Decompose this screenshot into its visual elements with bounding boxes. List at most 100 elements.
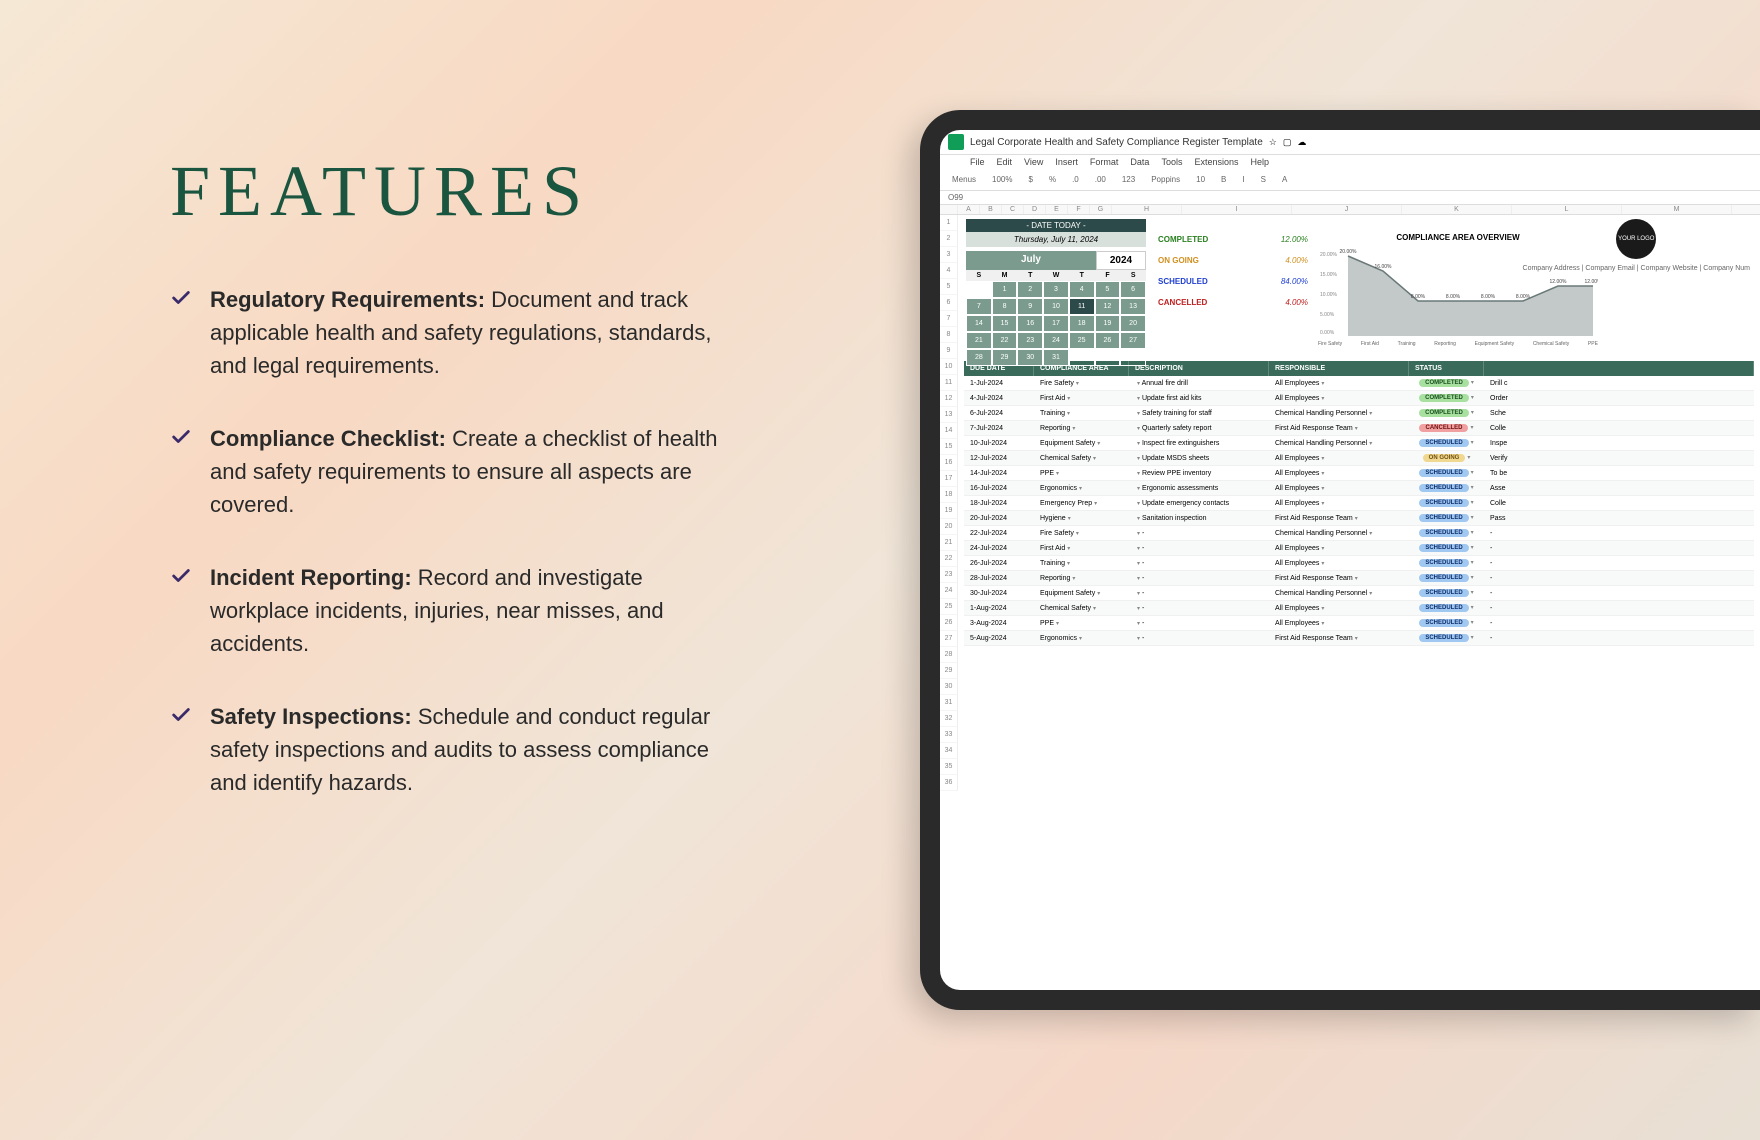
calendar-cell[interactable]: 29 (992, 349, 1018, 366)
table-row[interactable]: 16-Jul-2024Ergonomics▾▾ Ergonomic assess… (964, 481, 1754, 496)
calendar-cell[interactable] (1095, 349, 1121, 366)
calendar-cell[interactable]: 12 (1095, 298, 1121, 315)
table-row[interactable]: 1-Jul-2024Fire Safety▾▾ Annual fire dril… (964, 376, 1754, 391)
column-header[interactable]: F (1068, 205, 1090, 214)
row-number[interactable]: 4 (940, 263, 958, 279)
row-number[interactable]: 34 (940, 743, 958, 759)
table-row[interactable]: 7-Jul-2024Reporting▾▾ Quarterly safety r… (964, 421, 1754, 436)
column-header[interactable]: C (1002, 205, 1024, 214)
row-number[interactable]: 7 (940, 311, 958, 327)
calendar-cell[interactable]: 7 (966, 298, 992, 315)
calendar-cell[interactable]: 5 (1095, 281, 1121, 298)
row-number[interactable]: 25 (940, 599, 958, 615)
column-header[interactable]: D (1024, 205, 1046, 214)
calendar-cell[interactable] (1069, 349, 1095, 366)
toolbar-button[interactable]: B (1217, 173, 1230, 186)
column-header[interactable]: L (1512, 205, 1622, 214)
menu-item[interactable]: View (1024, 157, 1043, 167)
calendar-cell[interactable]: 4 (1069, 281, 1095, 298)
column-header[interactable]: A (958, 205, 980, 214)
row-number[interactable]: 35 (940, 759, 958, 775)
calendar-cell[interactable]: 16 (1017, 315, 1043, 332)
row-number[interactable]: 10 (940, 359, 958, 375)
toolbar-button[interactable]: Poppins (1147, 173, 1184, 186)
calendar-cell[interactable]: 30 (1017, 349, 1043, 366)
menu-item[interactable]: Insert (1055, 157, 1078, 167)
calendar-cell[interactable] (966, 281, 992, 298)
column-header[interactable]: E (1046, 205, 1068, 214)
calendar-cell[interactable]: 3 (1043, 281, 1069, 298)
menu-item[interactable]: File (970, 157, 985, 167)
column-header[interactable]: G (1090, 205, 1112, 214)
toolbar-button[interactable]: 10 (1192, 173, 1209, 186)
menu-item[interactable]: Extensions (1194, 157, 1238, 167)
table-column-header[interactable]: STATUS (1409, 361, 1484, 376)
table-row[interactable]: 1-Aug-2024Chemical Safety▾▾ -All Employe… (964, 601, 1754, 616)
cell-reference[interactable]: O99 (940, 191, 1760, 205)
table-row[interactable]: 10-Jul-2024Equipment Safety▾▾ Inspect fi… (964, 436, 1754, 451)
row-number[interactable]: 15 (940, 439, 958, 455)
row-number[interactable]: 13 (940, 407, 958, 423)
calendar-cell[interactable]: 14 (966, 315, 992, 332)
table-row[interactable]: 22-Jul-2024Fire Safety▾▾ -Chemical Handl… (964, 526, 1754, 541)
menu-item[interactable]: Format (1090, 157, 1119, 167)
toolbar-button[interactable]: % (1045, 173, 1060, 186)
table-row[interactable]: 12-Jul-2024Chemical Safety▾▾ Update MSDS… (964, 451, 1754, 466)
toolbar-button[interactable]: I (1238, 173, 1248, 186)
toolbar-button[interactable]: .00 (1091, 173, 1110, 186)
toolbar-button[interactable]: .0 (1068, 173, 1083, 186)
calendar-cell[interactable]: 13 (1120, 298, 1146, 315)
row-number[interactable]: 8 (940, 327, 958, 343)
row-number[interactable]: 20 (940, 519, 958, 535)
table-row[interactable]: 28-Jul-2024Reporting▾▾ -First Aid Respon… (964, 571, 1754, 586)
table-row[interactable]: 18-Jul-2024Emergency Prep▾▾ Update emerg… (964, 496, 1754, 511)
table-row[interactable]: 6-Jul-2024Training▾▾ Safety training for… (964, 406, 1754, 421)
row-number[interactable]: 16 (940, 455, 958, 471)
row-number[interactable]: 6 (940, 295, 958, 311)
menu-item[interactable]: Edit (997, 157, 1013, 167)
toolbar-button[interactable]: S (1257, 173, 1270, 186)
row-number[interactable]: 30 (940, 679, 958, 695)
calendar-cell[interactable]: 10 (1043, 298, 1069, 315)
toolbar-button[interactable]: Menus (948, 173, 980, 186)
calendar-cell[interactable]: 20 (1120, 315, 1146, 332)
cloud-icon[interactable]: ☁ (1297, 137, 1306, 148)
calendar-cell[interactable]: 27 (1120, 332, 1146, 349)
row-number[interactable]: 9 (940, 343, 958, 359)
row-number[interactable]: 36 (940, 775, 958, 791)
table-column-header[interactable] (1484, 361, 1754, 376)
column-header[interactable]: H (1112, 205, 1182, 214)
row-number[interactable]: 32 (940, 711, 958, 727)
calendar-cell[interactable]: 8 (992, 298, 1018, 315)
table-row[interactable]: 30-Jul-2024Equipment Safety▾▾ -Chemical … (964, 586, 1754, 601)
row-number[interactable]: 23 (940, 567, 958, 583)
calendar-cell[interactable]: 31 (1043, 349, 1069, 366)
toolbar-button[interactable]: 100% (988, 173, 1016, 186)
row-number[interactable]: 17 (940, 471, 958, 487)
calendar-cell[interactable]: 19 (1095, 315, 1121, 332)
table-column-header[interactable]: RESPONSIBLE (1269, 361, 1409, 376)
column-header[interactable]: J (1292, 205, 1402, 214)
column-header[interactable] (940, 205, 958, 214)
calendar-cell[interactable]: 15 (992, 315, 1018, 332)
folder-icon[interactable]: ▢ (1283, 137, 1292, 148)
row-number[interactable]: 18 (940, 487, 958, 503)
row-number[interactable]: 11 (940, 375, 958, 391)
table-row[interactable]: 3-Aug-2024PPE▾▾ -All Employees▾SCHEDULED… (964, 616, 1754, 631)
calendar-cell[interactable]: 1 (992, 281, 1018, 298)
calendar-cell[interactable]: 25 (1069, 332, 1095, 349)
calendar-cell[interactable]: 17 (1043, 315, 1069, 332)
table-column-header[interactable]: DESCRIPTION (1129, 361, 1269, 376)
calendar-cell[interactable]: 9 (1017, 298, 1043, 315)
table-row[interactable]: 5-Aug-2024Ergonomics▾▾ -First Aid Respon… (964, 631, 1754, 646)
row-number[interactable]: 14 (940, 423, 958, 439)
calendar-cell[interactable]: 26 (1095, 332, 1121, 349)
column-header[interactable]: K (1402, 205, 1512, 214)
toolbar-button[interactable]: $ (1024, 173, 1036, 186)
column-header[interactable]: I (1182, 205, 1292, 214)
row-number[interactable]: 22 (940, 551, 958, 567)
calendar-cell[interactable]: 2 (1017, 281, 1043, 298)
menu-item[interactable]: Help (1250, 157, 1269, 167)
calendar-cell[interactable]: 24 (1043, 332, 1069, 349)
column-header[interactable]: M (1622, 205, 1732, 214)
